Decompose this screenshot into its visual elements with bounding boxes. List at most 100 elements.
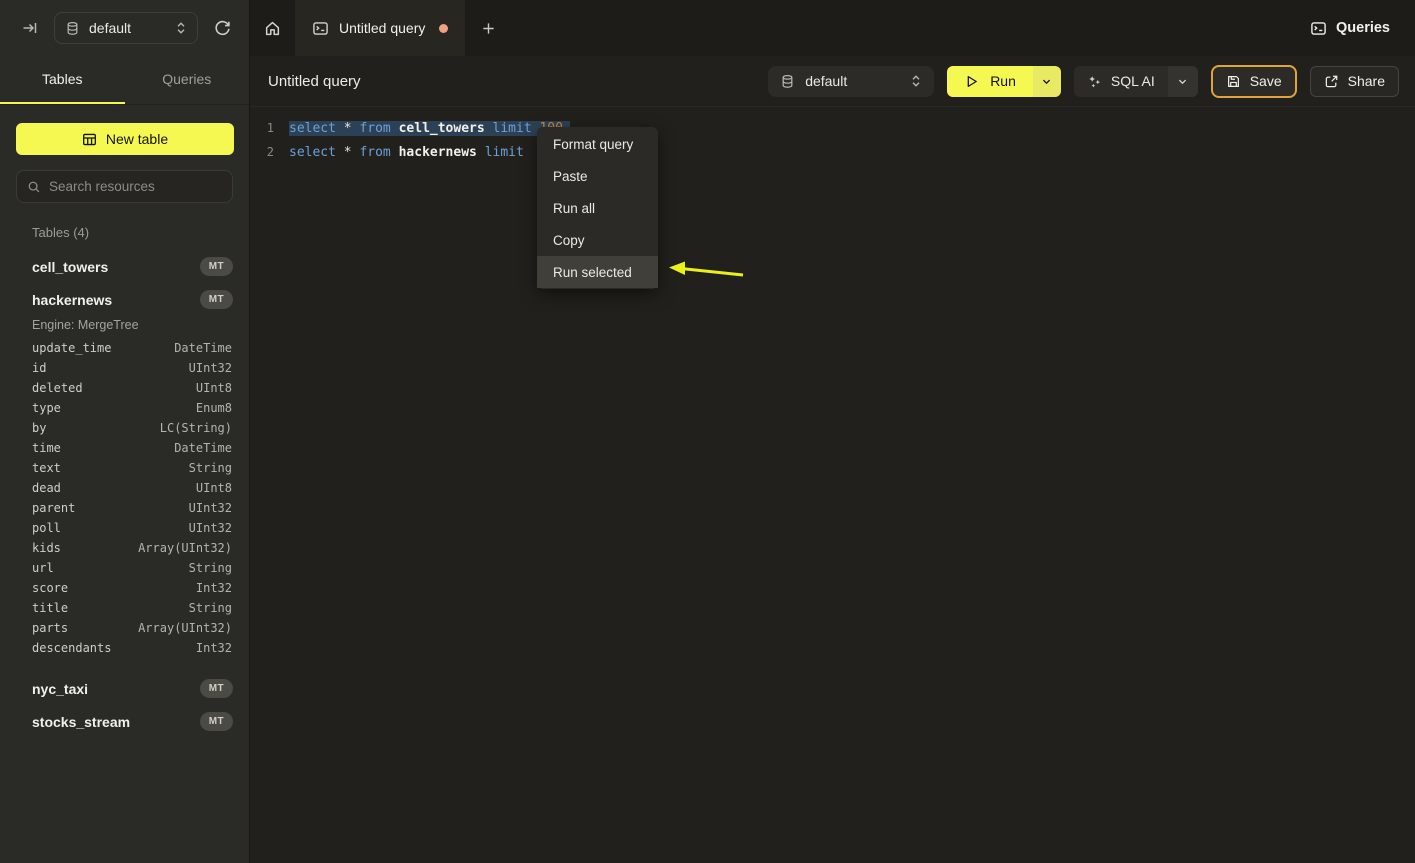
column-row: update_time DateTime [0,338,249,358]
queries-terminal-icon [1310,20,1327,37]
code-text: select * from hackernews limit [289,145,524,160]
tables-section-label: Tables (4) [32,225,233,240]
database-icon [780,74,795,89]
selected-text: select * from cell_towers limit 100 [289,121,570,136]
menu-item-run-all[interactable]: Run all [537,192,658,224]
chevron-down-icon [1041,76,1052,87]
new-tab-button[interactable] [465,0,511,56]
main-panel: Untitled query default [250,56,1415,863]
share-label: Share [1348,73,1385,89]
database-selector[interactable]: default [54,12,198,44]
column-type: UInt32 [189,501,232,515]
column-type: Array(UInt32) [138,541,232,555]
column-name: time [32,441,61,455]
collapse-sidebar-button[interactable] [18,16,42,40]
sql-ai-options-button[interactable] [1168,66,1198,97]
code-text: select * from cell_towers limit 100 [289,121,570,136]
column-type: DateTime [174,341,232,355]
code-line-1[interactable]: 1 select * from cell_towers limit 100 [250,116,1415,140]
column-name: type [32,401,61,415]
line-number: 2 [250,145,274,159]
new-table-label: New table [106,131,168,147]
topbar-right: Queries [1310,0,1415,56]
save-label: Save [1250,73,1282,89]
menu-item-paste[interactable]: Paste [537,160,658,192]
column-name: parent [32,501,75,515]
column-row: textString [0,458,249,478]
share-button[interactable]: Share [1310,66,1399,97]
toolbar-database-selector[interactable]: default [768,66,934,97]
sql-editor[interactable]: 1 select * from cell_towers limit 100 2 … [250,107,1415,164]
sidebar-tabs: Tables Queries [0,56,249,105]
column-name: url [32,561,54,575]
share-icon [1324,74,1339,89]
page-title: Untitled query [268,73,361,90]
menu-item-format-query[interactable]: Format query [537,128,658,160]
save-button[interactable]: Save [1211,65,1297,98]
column-type: DateTime [174,441,232,455]
column-name: deleted [32,381,83,395]
table-row-hackernews[interactable]: hackernews MT [0,283,249,316]
sidebar-tab-queries[interactable]: Queries [125,56,250,104]
sparkles-icon [1087,74,1102,89]
tables-list: cell_towers MT hackernews MT Engine: Mer… [0,250,249,738]
terminal-icon [312,20,329,37]
run-options-button[interactable] [1033,66,1061,97]
table-name: hackernews [32,292,112,308]
refresh-button[interactable] [210,16,235,41]
column-row: by LC(String) [0,418,249,438]
table-row-stocks-stream[interactable]: stocks_stream MT [0,705,249,738]
table-name: nyc_taxi [32,681,88,697]
column-name: score [32,581,68,595]
toolbar-database-value: default [805,73,900,89]
column-type: Array(UInt32) [138,621,232,635]
column-type: UInt32 [189,361,232,375]
chevron-updown-icon [175,21,187,35]
column-row: idUInt32 [0,358,249,378]
menu-item-copy[interactable]: Copy [537,224,658,256]
column-row: descendantsInt32 [0,638,249,658]
topbar-left: default [0,0,250,56]
engine-badge: MT [200,257,233,276]
table-name: stocks_stream [32,714,130,730]
column-row: pollUInt32 [0,518,249,538]
code-line-2[interactable]: 2 select * from hackernews limit [250,140,1415,164]
column-row: kidsArray(UInt32) [0,538,249,558]
engine-badge: MT [200,712,233,731]
home-icon [264,20,281,37]
sidebar-tab-tables[interactable]: Tables [0,56,125,104]
search-icon [27,180,41,194]
query-toolbar: default Run [768,65,1399,98]
column-name: parts [32,621,68,635]
column-type: UInt8 [196,381,232,395]
chevron-updown-icon [910,74,922,88]
search-box [16,170,233,203]
column-row: typeEnum8 [0,398,249,418]
column-type: Int32 [196,641,232,655]
menu-item-run-selected[interactable]: Run selected [537,256,658,288]
table-row-nyc-taxi[interactable]: nyc_taxi MT [0,672,249,705]
engine-badge: MT [200,290,233,309]
save-floppy-icon [1226,74,1241,89]
sql-ai-button[interactable]: SQL AI [1074,66,1168,97]
search-input[interactable] [49,179,226,194]
column-type: LC(String) [160,421,232,435]
run-split-button: Run [947,66,1061,97]
column-row: titleString [0,598,249,618]
column-name: update_time [32,341,111,355]
database-icon [65,21,80,36]
queries-button[interactable]: Queries [1310,20,1390,37]
home-button[interactable] [250,0,295,56]
tab-untitled-query[interactable]: Untitled query [295,0,465,56]
run-button[interactable]: Run [947,66,1033,97]
queries-button-label: Queries [1336,20,1390,36]
column-name: by [32,421,46,435]
sql-ai-split-button: SQL AI [1074,66,1198,97]
column-type: UInt32 [189,521,232,535]
sidebar: Tables Queries New table Tables (4) [0,56,250,863]
run-label: Run [990,73,1016,89]
new-table-button[interactable]: New table [16,123,234,155]
table-row-cell-towers[interactable]: cell_towers MT [0,250,249,283]
collapse-sidebar-icon [22,20,38,36]
column-row: time DateTime [0,438,249,458]
